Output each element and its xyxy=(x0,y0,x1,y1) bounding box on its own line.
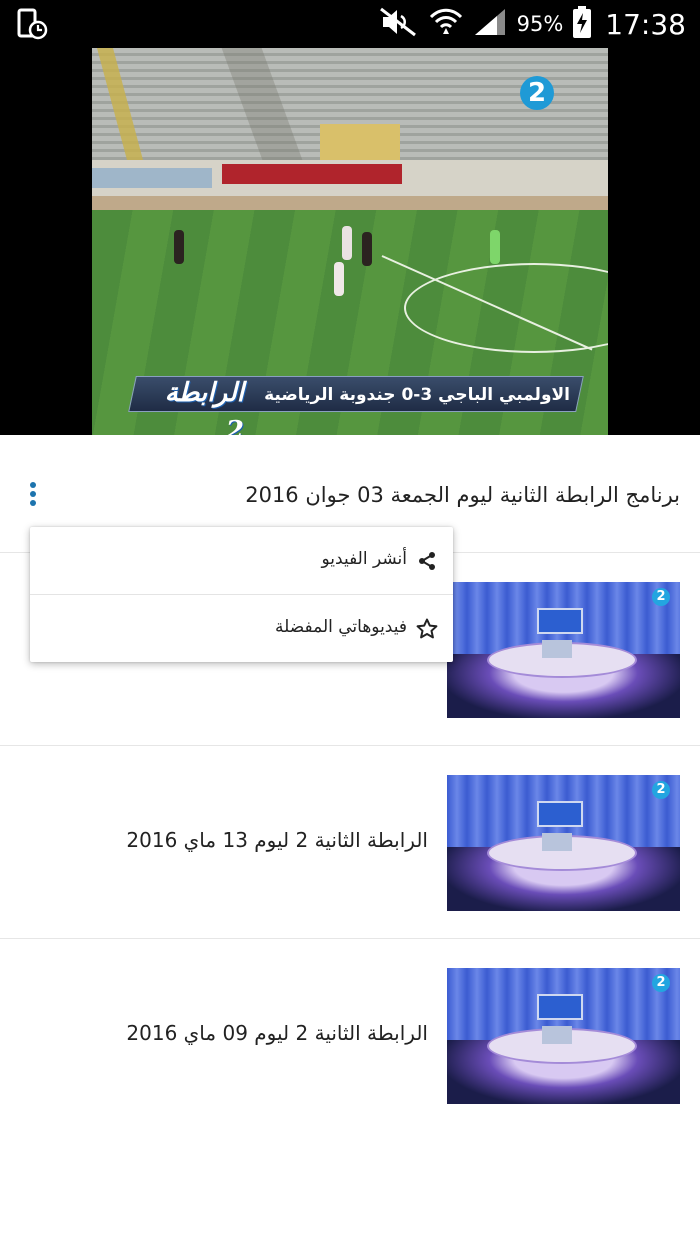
popup-menu: أنشر الفيديو فيديوهاتي المفضلة xyxy=(30,527,453,662)
menu-item-share[interactable]: أنشر الفيديو xyxy=(30,527,453,594)
more-vert-icon[interactable] xyxy=(22,479,44,513)
player-figure xyxy=(174,230,184,264)
running-track xyxy=(92,196,608,210)
list-item[interactable]: 2 الرابطة الثانية 2 ليوم 13 ماي 2016 xyxy=(0,746,700,939)
stadium-building xyxy=(320,124,400,164)
mute-icon xyxy=(379,7,419,41)
video-title[interactable]: الرابطة الثانية 2 ليوم 13 ماي 2016 xyxy=(126,828,428,852)
list-item[interactable]: 2 الرابطة الثانية 2 ليوم 09 ماي 2016 xyxy=(0,939,700,1132)
video-title[interactable]: الرابطة الثانية 2 ليوم 09 ماي 2016 xyxy=(126,1021,428,1045)
ad-banner-red xyxy=(222,164,402,184)
player-figure xyxy=(342,226,352,260)
star-outline-icon xyxy=(415,617,439,641)
ad-banner xyxy=(92,168,212,188)
clock: 17:38 xyxy=(605,7,686,41)
screen-timer-icon xyxy=(16,8,50,40)
share-icon xyxy=(415,549,439,573)
menu-item-label: فيديوهاتي المفضلة xyxy=(275,617,407,637)
current-video-title: برنامج الرابطة الثانية ليوم الجمعة 03 جو… xyxy=(245,483,680,507)
channel-logo: 2 xyxy=(520,76,554,110)
video-thumbnail[interactable]: 2 xyxy=(447,582,680,718)
status-icons: 95% 17:38 xyxy=(379,0,686,48)
ticker-text: الاولمبي الباجي 3-0 جندوبة الرياضية xyxy=(264,385,570,405)
battery-charging-icon xyxy=(573,6,592,42)
player-figure xyxy=(334,262,344,296)
player-figure xyxy=(362,232,372,266)
app-root: 95% 17:38 2 الرابطة 2 الاولمبي الباجي 3-… xyxy=(0,0,700,1244)
video-player[interactable]: 2 الرابطة 2 الاولمبي الباجي 3-0 جندوبة ا… xyxy=(0,48,700,435)
status-bar: 95% 17:38 xyxy=(0,0,700,48)
menu-item-label: أنشر الفيديو xyxy=(321,549,407,569)
wifi-icon xyxy=(429,7,463,41)
ticker-brand: الرابطة 2 xyxy=(164,378,244,435)
video-thumbnail[interactable]: 2 xyxy=(447,775,680,911)
player-figure xyxy=(490,230,500,264)
signal-icon xyxy=(473,7,507,41)
video-frame[interactable]: 2 الرابطة 2 الاولمبي الباجي 3-0 جندوبة ا… xyxy=(92,48,608,435)
video-thumbnail[interactable]: 2 xyxy=(447,968,680,1104)
battery-percent: 95% xyxy=(516,12,564,36)
menu-item-favorites[interactable]: فيديوهاتي المفضلة xyxy=(30,594,453,661)
